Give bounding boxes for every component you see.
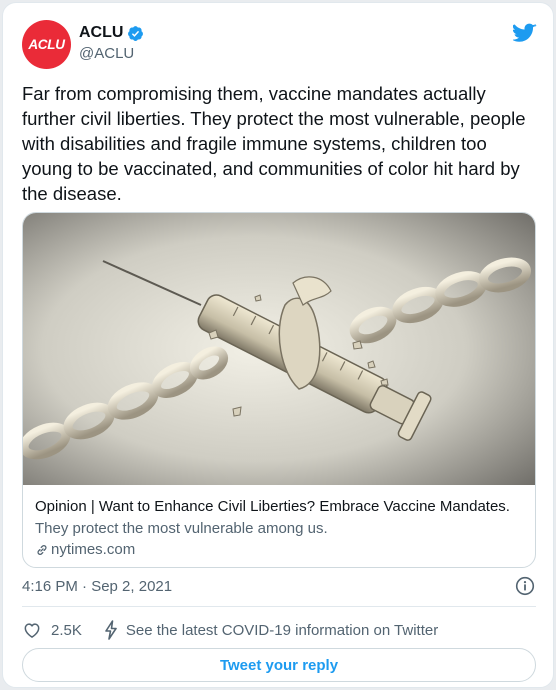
heart-icon[interactable]: [22, 620, 42, 640]
tweet-text: Far from compromising them, vaccine mand…: [22, 83, 526, 204]
author-info[interactable]: ACLU @ACLU: [79, 24, 144, 62]
tweet-timestamp[interactable]: 4:16 PM · Sep 2, 2021: [22, 578, 172, 595]
tweet-reply-button[interactable]: Tweet your reply: [22, 648, 536, 682]
divider: [22, 606, 536, 607]
like-button[interactable]: 2.5K: [22, 620, 82, 640]
info-icon[interactable]: [515, 576, 535, 596]
link-icon: [37, 545, 47, 555]
verified-badge-icon: [128, 25, 144, 41]
link-meta[interactable]: Opinion | Want to Enhance Civil Libertie…: [35, 497, 523, 560]
covid-info-text[interactable]: See the latest COVID-19 information on T…: [126, 622, 438, 639]
link-domain-row[interactable]: nytimes.com: [35, 540, 523, 560]
lightning-bolt-icon: [105, 620, 117, 640]
like-count[interactable]: 2.5K: [51, 622, 82, 639]
tweet-header: ACLU ACLU @ACLU: [22, 20, 537, 72]
action-bar: 2.5K See the latest COVID-19 information…: [22, 618, 438, 642]
display-name-row[interactable]: ACLU: [79, 24, 144, 42]
tweet-card[interactable]: ACLU ACLU @ACLU Far from compromising th…: [2, 2, 554, 688]
link-preview-card[interactable]: Opinion | Want to Enhance Civil Libertie…: [22, 212, 536, 568]
link-title[interactable]: Opinion | Want to Enhance Civil Libertie…: [35, 497, 523, 517]
display-name[interactable]: ACLU: [79, 24, 123, 42]
syringe-breaking-chain-illustration[interactable]: [23, 213, 536, 485]
twitter-bird-icon[interactable]: [513, 23, 537, 44]
link-domain[interactable]: nytimes.com: [51, 540, 135, 560]
handle[interactable]: @ACLU: [79, 45, 144, 62]
avatar[interactable]: ACLU: [22, 20, 71, 69]
covid-info-link[interactable]: See the latest COVID-19 information on T…: [104, 620, 438, 640]
link-description: They protect the most vulnerable among u…: [35, 520, 328, 537]
